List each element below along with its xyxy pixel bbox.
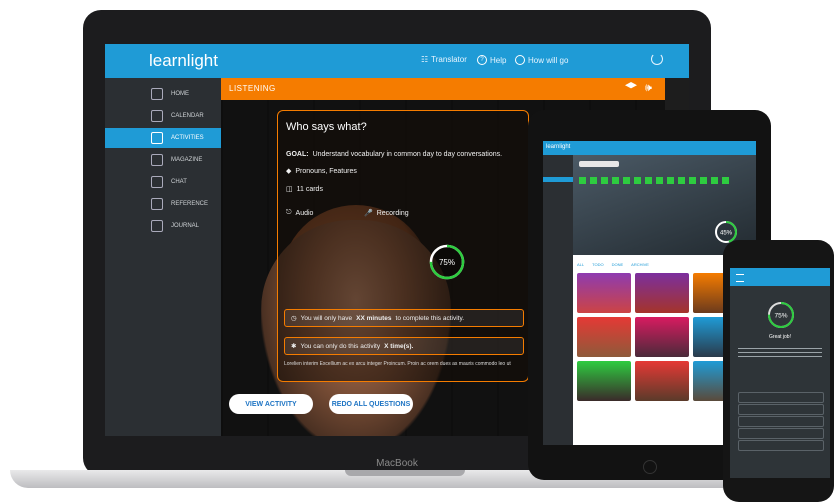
redo-all-questions-button[interactable]: REDO ALL QUESTIONS: [329, 394, 413, 414]
tablet-home-button: [643, 460, 657, 474]
goal-line: GOAL: Understand vocabulary in common da…: [286, 151, 503, 158]
magazine-icon: [151, 154, 163, 166]
tags-line: ◆ Pronouns, Features: [286, 167, 357, 176]
translate-icon: ☷: [421, 55, 429, 64]
graduation-cap-icon[interactable]: [625, 82, 637, 89]
tag-icon: ◆: [286, 168, 292, 175]
reference-icon: [151, 198, 163, 210]
phone-option-row[interactable]: [738, 392, 824, 403]
section-title: LISTENING: [229, 84, 276, 93]
cards-icon: ◫: [286, 186, 293, 193]
microphone-icon: 🎤: [364, 210, 373, 217]
time-limit-note: ◷ You will only have XX minutes to compl…: [284, 309, 524, 327]
sidebar-item-activities[interactable]: Activities: [105, 128, 221, 148]
tablet-sidebar-active[interactable]: [543, 177, 573, 182]
user-icon: [515, 55, 525, 65]
tablet-banner: 45%: [573, 155, 756, 255]
tablet-tab-archive[interactable]: ARCHIVE: [631, 262, 649, 267]
sidebar-item-calendar[interactable]: Calendar: [105, 106, 221, 126]
phone-option-row[interactable]: [738, 440, 824, 451]
user-menu[interactable]: How will go: [515, 55, 568, 65]
menu-icon[interactable]: [736, 274, 744, 282]
cards-line: ◫ 11 cards: [286, 185, 323, 194]
clock-icon: ◷: [291, 315, 297, 322]
sidebar-item-home[interactable]: Home: [105, 84, 221, 104]
progress-percent: 75%: [439, 258, 455, 267]
tablet-search-input[interactable]: [579, 161, 619, 167]
activity-card: Who says what? GOAL: Understand vocabula…: [277, 110, 529, 382]
tablet-tab-all[interactable]: ALL: [577, 262, 584, 267]
power-icon[interactable]: [651, 53, 663, 65]
sidebar-item-magazine[interactable]: Magazine: [105, 150, 221, 170]
tablet-logo[interactable]: learnlight: [546, 144, 570, 150]
phone-top-bar: [730, 268, 830, 286]
calendar-icon: [151, 110, 163, 122]
progress-ring: 75%: [429, 244, 465, 280]
tablet-progress-percent: 45%: [720, 231, 733, 237]
tablet-activity-tile[interactable]: [577, 361, 631, 401]
sidebar-item-reference[interactable]: Reference: [105, 194, 221, 214]
journal-icon: [151, 220, 163, 232]
audio-item: ⎋ Audio: [286, 209, 314, 217]
top-bar: learnlight ☷ Translator ? Help How will …: [105, 44, 689, 78]
home-icon: [151, 88, 163, 100]
sidebar: Home Calendar Activities Magazine Chat R…: [105, 78, 221, 436]
tablet-tab-done[interactable]: DONE: [612, 262, 624, 267]
tablet-activity-tile[interactable]: [635, 273, 689, 313]
tablet-top-bar: learnlight: [543, 141, 756, 155]
help-link[interactable]: ? Help: [477, 55, 506, 65]
chat-icon: [151, 176, 163, 188]
laptop-notch: [345, 470, 465, 476]
tablet-activity-tile[interactable]: [635, 361, 689, 401]
phone-progress-percent: 75%: [774, 313, 787, 320]
tablet-tabs: ALL TODO DONE ARCHIVE: [577, 262, 649, 267]
tablet-tab-todo[interactable]: TODO: [592, 262, 603, 267]
footnote: Lorelien interim Excellium ac ex arcu in…: [284, 361, 511, 367]
recording-item: 🎤 Recording: [364, 209, 409, 218]
help-icon: ?: [477, 55, 487, 65]
speaker-icon[interactable]: 🕪: [645, 82, 652, 94]
card-title: Who says what?: [286, 121, 367, 133]
phone-option-row[interactable]: [738, 428, 824, 439]
attempts-note: ✱ You can only do this activity X time(s…: [284, 337, 524, 355]
app-logo[interactable]: learnlight: [149, 51, 218, 71]
tablet-activity-tile[interactable]: [635, 317, 689, 357]
gear-icon: ✱: [291, 343, 297, 350]
tablet-activity-tile[interactable]: [577, 273, 631, 313]
tablet-progress-dots: [579, 177, 729, 184]
tablet-sidebar: [543, 155, 573, 445]
phone-greeting: Great job!: [769, 334, 791, 340]
section-header: LISTENING 🕪: [221, 78, 665, 100]
phone-option-row[interactable]: [738, 404, 824, 415]
headphones-icon: ⎋: [286, 209, 292, 216]
phone-option-row[interactable]: [738, 416, 824, 427]
activities-icon: [151, 132, 163, 144]
phone-screen: 75% Great job!: [730, 268, 830, 478]
view-activity-button[interactable]: VIEW ACTIVITY: [229, 394, 313, 414]
tablet-activity-tile[interactable]: [577, 317, 631, 357]
phone-progress-ring: 75%: [768, 302, 794, 328]
translator-link[interactable]: ☷ Translator: [421, 55, 467, 64]
phone-description-text: [738, 348, 822, 360]
sidebar-item-journal[interactable]: Journal: [105, 216, 221, 236]
sidebar-item-chat[interactable]: Chat: [105, 172, 221, 192]
